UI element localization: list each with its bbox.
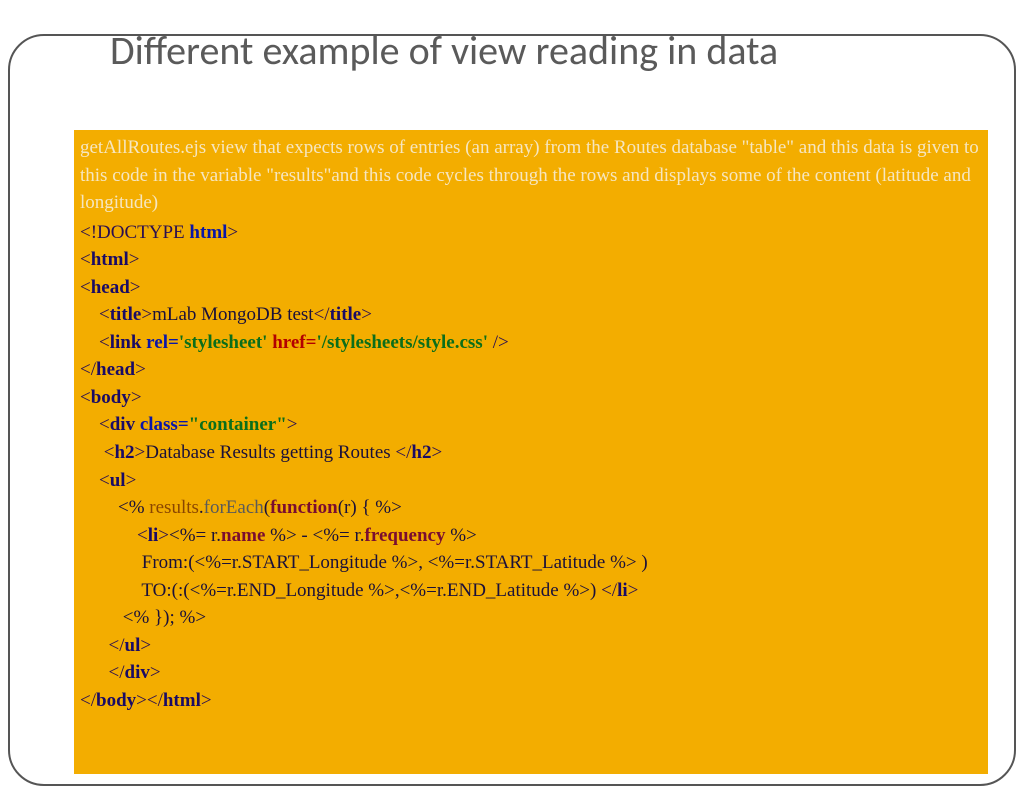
code-line: From:(<%=r.START_Longitude %>, <%=r.STAR… [80,549,982,577]
code-line: <li><%= r.name %> - <%= r.frequency %> [80,522,982,550]
code-line: <% }); %> [80,604,982,632]
code-line: TO:(:(<%=r.END_Longitude %>,<%=r.END_Lat… [80,577,982,605]
code-line: <head> [80,274,982,302]
code-description: getAllRoutes.ejs view that expects rows … [80,134,982,217]
code-line: <html> [80,246,982,274]
code-line: </div> [80,659,982,687]
code-line: <div class="container"> [80,411,982,439]
code-line: <!DOCTYPE html> [80,219,982,247]
code-line: </head> [80,356,982,384]
code-line: <% results.forEach(function(r) { %> [80,494,982,522]
code-line: <title>mLab MongoDB test</title> [80,301,982,329]
code-line: <ul> [80,467,982,495]
code-line: </ul> [80,632,982,660]
code-line: <body> [80,384,982,412]
code-line: </body></html> [80,687,982,715]
code-box: getAllRoutes.ejs view that expects rows … [74,130,988,774]
code-line: <h2>Database Results getting Routes </h2… [80,439,982,467]
code-line: <link rel='stylesheet' href='/stylesheet… [80,329,982,357]
